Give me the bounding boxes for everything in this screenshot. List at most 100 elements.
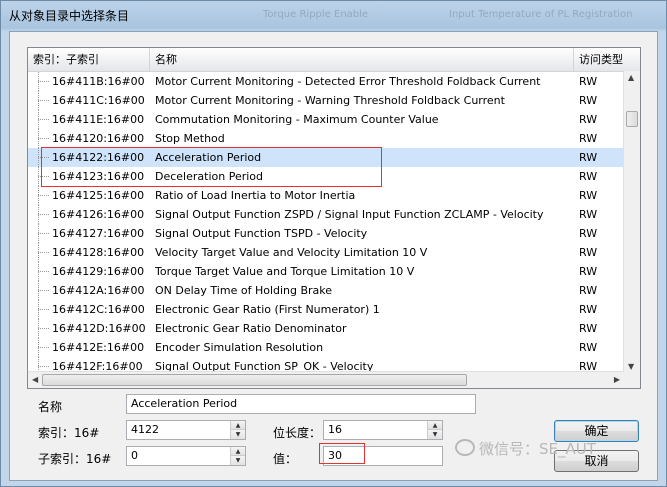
window-title: 从对象目录中选择条目: [9, 9, 130, 23]
table-row[interactable]: 16#4127:16#00 Signal Output Function TSPD…: [28, 224, 625, 243]
scroll-corner: [624, 372, 640, 388]
bitlength-value: 16: [328, 423, 342, 436]
row-access-cell: RW: [579, 132, 598, 145]
table-row[interactable]: 16#4126:16#00 Signal Output Function ZSPD…: [28, 205, 625, 224]
row-index-cell: 16#4120:16#00: [52, 132, 145, 145]
row-access-cell: RW: [579, 151, 598, 164]
tree-connector: [38, 205, 50, 224]
tree-connector: [38, 129, 50, 148]
column-header-index[interactable]: 索引：子索引: [28, 48, 150, 71]
row-name-cell: Motor Current Monitoring - Detected Erro…: [155, 75, 541, 88]
row-index-cell: 16#4128:16#00: [52, 246, 145, 259]
vertical-scrollbar[interactable]: ▲ ▼: [623, 71, 640, 373]
scroll-up-arrow-icon[interactable]: ▲: [628, 73, 634, 82]
list-header: 索引：子索引 名称 访问类型: [28, 48, 640, 72]
spin-down-icon[interactable]: ▼: [231, 430, 245, 439]
row-index-cell: 16#412A:16#00: [52, 284, 145, 297]
name-field[interactable]: Acceleration Period: [126, 394, 476, 414]
row-name-cell: ON Delay Time of Holding Brake: [155, 284, 333, 297]
table-row[interactable]: 16#412D:16#00 Electronic Gear Ratio Denom…: [28, 319, 625, 338]
annotation-highlight-rows: [41, 147, 382, 187]
table-row[interactable]: 16#4129:16#00 Torque Target Value and Tor…: [28, 262, 625, 281]
tree-connector: [38, 243, 50, 262]
watermark: 微信号：SE_AUT: [455, 438, 596, 459]
vertical-scroll-thumb[interactable]: [626, 111, 638, 127]
column-header-access[interactable]: 访问类型: [574, 48, 634, 71]
row-index-cell: 16#412E:16#00: [52, 341, 145, 354]
subindex-value: 0: [131, 449, 138, 462]
bitlength-stepper[interactable]: 16 ▲ ▼: [323, 420, 443, 440]
row-access-cell: RW: [579, 227, 598, 240]
spin-down-icon[interactable]: ▼: [231, 456, 245, 465]
tree-connector: [38, 262, 50, 281]
index-stepper[interactable]: 4122 ▲ ▼: [126, 420, 246, 440]
spin-up-icon[interactable]: ▲: [231, 421, 245, 430]
table-row[interactable]: 16#4125:16#00 Ratio of Load Inertia to Mo…: [28, 186, 625, 205]
row-index-cell: 16#411E:16#00: [52, 113, 145, 126]
bitlength-label: 位长度：: [273, 426, 322, 440]
row-access-cell: RW: [579, 246, 598, 259]
tree-connector: [38, 72, 50, 91]
row-name-cell: Electronic Gear Ratio Denominator: [155, 322, 347, 335]
table-row[interactable]: 16#412E:16#00 Encoder Simulation Resoluti…: [28, 338, 625, 357]
row-name-cell: Ratio of Load Inertia to Motor Inertia: [155, 189, 356, 202]
scroll-down-arrow-icon[interactable]: ▼: [628, 362, 634, 371]
subindex-label: 子索引：16#: [38, 452, 112, 466]
table-row[interactable]: 16#411C:16#00 Motor Current Monitoring - …: [28, 91, 625, 110]
tree-connector: [38, 110, 50, 129]
horizontal-scrollbar[interactable]: ◀ ▶: [28, 371, 624, 388]
row-access-cell: RW: [579, 322, 598, 335]
row-name-cell: Velocity Target Value and Velocity Limit…: [155, 246, 428, 259]
tree-connector: [38, 319, 50, 338]
tree-connector: [38, 186, 50, 205]
row-name-cell: Electronic Gear Ratio (First Numerator) …: [155, 303, 380, 316]
tree-connector: [38, 281, 50, 300]
background-tab-text: Torque Ripple Enable: [263, 9, 369, 20]
row-index-cell: 16#412D:16#00: [52, 322, 146, 335]
tree-connector: [38, 91, 50, 110]
table-row[interactable]: 16#412C:16#00 Electronic Gear Ratio (Firs…: [28, 300, 625, 319]
row-access-cell: RW: [579, 341, 598, 354]
scroll-right-arrow-icon[interactable]: ▶: [614, 375, 620, 384]
row-name-cell: Encoder Simulation Resolution: [155, 341, 324, 354]
row-access-cell: RW: [579, 113, 598, 126]
title-bar[interactable]: 从对象目录中选择条目 Torque Ripple Enable Input Te…: [1, 1, 666, 29]
watermark-text: 微信号：SE_AUT: [479, 440, 596, 458]
row-name-cell: Signal Output Function ZSPD / Signal Inp…: [155, 208, 544, 221]
spin-up-icon[interactable]: ▲: [428, 421, 442, 430]
background-tab-text: Input Temperature of PL Registration: [449, 9, 633, 20]
subindex-stepper[interactable]: 0 ▲ ▼: [126, 446, 246, 466]
row-name-cell: Stop Method: [155, 132, 225, 145]
column-header-name[interactable]: 名称: [150, 48, 574, 71]
row-name-cell: Signal Output Function TSPD - Velocity: [155, 227, 368, 240]
annotation-highlight-value: [319, 443, 365, 464]
row-index-cell: 16#4129:16#00: [52, 265, 145, 278]
tree-connector: [38, 224, 50, 243]
row-access-cell: RW: [579, 189, 598, 202]
table-row[interactable]: 16#411B:16#00 Motor Current Monitoring - …: [28, 72, 625, 91]
row-index-cell: 16#4125:16#00: [52, 189, 145, 202]
row-access-cell: RW: [579, 94, 598, 107]
spin-up-icon[interactable]: ▲: [231, 447, 245, 456]
object-list-view[interactable]: 索引：子索引 名称 访问类型 16#411B:16#00 Motor Curren…: [27, 47, 641, 389]
row-index-cell: 16#412C:16#00: [52, 303, 145, 316]
row-index-cell: 16#411C:16#00: [52, 94, 145, 107]
table-row[interactable]: 16#411E:16#00 Commutation Monitoring - Ma…: [28, 110, 625, 129]
name-label: 名称: [38, 400, 63, 414]
row-access-cell: RW: [579, 75, 598, 88]
tree-connector: [38, 338, 50, 357]
row-access-cell: RW: [579, 208, 598, 221]
row-access-cell: RW: [579, 284, 598, 297]
wechat-icon: [455, 439, 475, 456]
row-access-cell: RW: [579, 303, 598, 316]
table-row[interactable]: 16#412A:16#00 ON Delay Time of Holding Br…: [28, 281, 625, 300]
scroll-left-arrow-icon[interactable]: ◀: [32, 375, 38, 384]
table-row[interactable]: 16#4128:16#00 Velocity Target Value and V…: [28, 243, 625, 262]
index-value: 4122: [131, 423, 159, 436]
row-name-cell: Motor Current Monitoring - Warning Thres…: [155, 94, 505, 107]
table-row[interactable]: 16#4120:16#00 Stop Method RW: [28, 129, 625, 148]
spin-down-icon[interactable]: ▼: [428, 430, 442, 439]
horizontal-scroll-thumb[interactable]: [42, 374, 467, 386]
row-access-cell: RW: [579, 265, 598, 278]
row-name-cell: Commutation Monitoring - Maximum Counter…: [155, 113, 439, 126]
